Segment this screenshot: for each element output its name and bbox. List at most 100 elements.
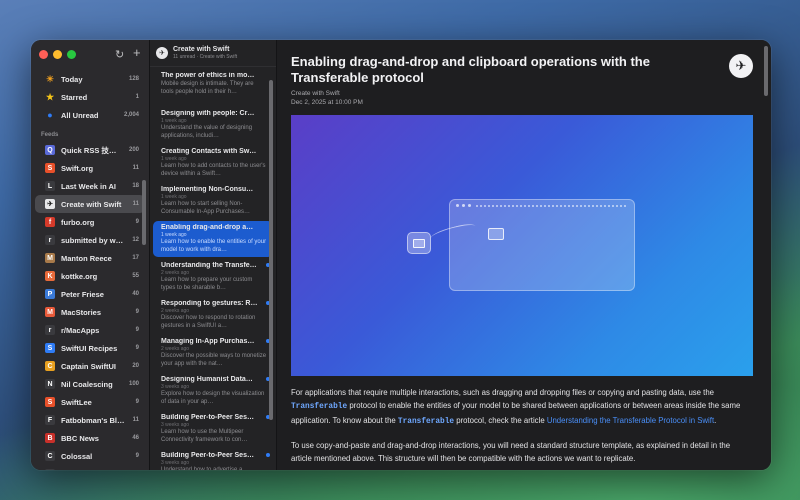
article-item-title: Implementing Non-Consu… <box>161 186 254 193</box>
unread-count: 46 <box>132 435 139 441</box>
reader-scrollbar[interactable] <box>764 46 768 96</box>
unread-count: 9 <box>135 453 139 459</box>
sidebar-item[interactable]: Kkottke.org 55 <box>35 267 145 285</box>
refresh-icon[interactable]: ↻ <box>115 48 124 61</box>
sidebar-item-label: Colossal <box>61 451 93 461</box>
article-hero-image <box>291 115 753 376</box>
article-item-title: Responding to gestures: R… <box>161 300 258 307</box>
sidebar-item[interactable]: r submitted by w… 12 <box>35 231 145 249</box>
sidebar-item[interactable]: N Nil Coalescing 100 <box>35 375 145 393</box>
sidebar-item-label: Captain SwiftUI <box>61 361 117 371</box>
unread-count: 11 <box>132 417 139 423</box>
sidebar-item[interactable]: C Colossal 9 <box>35 447 145 465</box>
sidebar-item-label: furbo.org <box>61 217 95 227</box>
sidebar-item-label: SwiftLee <box>61 397 92 407</box>
article-link[interactable]: Understanding the Transferable Protocol … <box>547 416 714 425</box>
article-item-title: Building Peer-to-Peer Ses… <box>161 452 254 459</box>
article-item-excerpt: Understand the value of designing applic… <box>161 125 253 139</box>
sidebar-item[interactable]: ● All Unread 2,004 <box>35 106 145 124</box>
article-item[interactable]: The power of ethics in mo… Mobile design … <box>153 69 273 105</box>
sidebar-item[interactable]: M MacStories 9 <box>35 303 145 321</box>
sidebar-item[interactable]: f furbo.org 9 <box>35 213 145 231</box>
unread-count: 128 <box>128 76 139 82</box>
unread-count: 12 <box>132 237 139 243</box>
circle-icon: ● <box>47 110 53 120</box>
unread-count: 20 <box>132 363 139 369</box>
article-item-title: The power of ethics in mo… <box>161 72 255 79</box>
file-icon <box>407 232 431 254</box>
article-item[interactable]: Managing In-App Purchas… 2 weeks ago Disco… <box>153 335 273 371</box>
sidebar-scrollbar[interactable] <box>142 180 146 245</box>
feed-icon: K <box>45 271 55 281</box>
sidebar-item[interactable]: r r/MacApps 9 <box>35 321 145 339</box>
list-scrollbar[interactable] <box>269 80 273 420</box>
article-item-excerpt: Learn how to use the Multipeer Connectiv… <box>161 429 248 443</box>
code-transferable: Transferable <box>397 418 455 426</box>
unread-count: 55 <box>132 273 139 279</box>
article-item-excerpt: Learn how to start selling Non-Consumabl… <box>161 201 251 215</box>
feed-icon: M <box>45 307 55 317</box>
sidebar-item-label: Starred <box>61 92 88 102</box>
article-item-excerpt: Understand how to advertise a… <box>161 467 249 470</box>
unread-count: 40 <box>132 291 139 297</box>
article-item[interactable]: Designing Humanist Data… 3 weeks ago Explo… <box>153 373 273 409</box>
feed-icon: ✈ <box>45 199 55 209</box>
unread-count: 11 <box>132 165 139 171</box>
article-item-title: Enabling drag-and-drop a… <box>161 224 254 231</box>
sidebar: ↻ + ☀ Today 128 ★ Starred 1 ● All Unread 2,004 F… <box>31 40 150 470</box>
unread-count: 18 <box>132 183 139 189</box>
sidebar-item[interactable]: S SwiftLee 9 <box>35 393 145 411</box>
sidebar-item[interactable]: S SwiftUI Recipes 9 <box>35 339 145 357</box>
feed-icon: S <box>45 397 55 407</box>
article-item[interactable]: Enabling drag-and-drop a… 1 week ago Learn… <box>153 221 273 257</box>
unread-count: 100 <box>128 381 139 387</box>
sidebar-item[interactable]: ★ Starred 1 <box>35 88 145 106</box>
article-feed-name: Create with Swift <box>291 90 340 97</box>
feed-icon: F <box>45 415 55 425</box>
minimize-window-button[interactable] <box>53 49 62 59</box>
article-item[interactable]: Responding to gestures: R… 2 weeks ago Dis… <box>153 297 273 333</box>
sidebar-item[interactable]: B BBC News 46 <box>35 429 145 447</box>
sidebar-item[interactable]: F Fatbobman's Bl… 11 <box>35 411 145 429</box>
unread-count: 9 <box>135 345 139 351</box>
sidebar-item-label: Fatbobman's Bl… <box>61 415 125 425</box>
article-item-excerpt: Mobile design is intimate. They are tool… <box>161 81 254 95</box>
close-window-button[interactable] <box>39 49 48 59</box>
sidebar-item-label: submitted by w… <box>61 235 124 245</box>
article-paragraph-1: For applications that require multiple i… <box>291 388 741 426</box>
article-item[interactable]: Creating Contacts with Sw… 1 week ago Lear… <box>153 145 273 181</box>
smart-feeds: ☀ Today 128 ★ Starred 1 ● All Unread 2,004 <box>31 70 149 124</box>
article-item-title: Designing with people: Cr… <box>161 110 255 117</box>
sidebar-item[interactable]: C Captain SwiftUI 20 <box>35 357 145 375</box>
feed-icon: M <box>45 253 55 263</box>
sidebar-item[interactable]: ☀ Today 128 <box>35 70 145 88</box>
sidebar-item[interactable]: S Swift.org 11 <box>35 159 145 177</box>
sidebar-item[interactable]: ✈ Create with Swift 11 <box>35 195 145 213</box>
article-item[interactable]: Understanding the Transfe… 2 weeks ago Lea… <box>153 259 273 295</box>
sidebar-item[interactable]: Q Quick RSS 技… 200 <box>35 141 145 159</box>
article-item-excerpt: Learn how to add contacts to the user's … <box>161 163 266 177</box>
article-item[interactable]: Implementing Non-Consu… 1 week ago Learn h… <box>153 183 273 219</box>
list-header-subtitle: 11 unread · Create with Swift <box>173 54 238 60</box>
article-item[interactable]: Building Peer-to-Peer Ses… 3 weeks ago Und… <box>153 449 273 470</box>
sidebar-item[interactable]: L Last Week in AI 18 <box>35 177 145 195</box>
feed-icon: P <box>45 289 55 299</box>
titlebar: ↻ + <box>31 40 149 68</box>
article-item-excerpt: Discover how to respond to rotation gest… <box>161 315 256 329</box>
article-item[interactable]: Building Peer-to-Peer Ses… 3 weeks ago Lea… <box>153 411 273 447</box>
sidebar-item[interactable]: P Peter Friese 40 <box>35 285 145 303</box>
sidebar-item-label: SwiftUI Recipes <box>61 343 118 353</box>
sidebar-item[interactable]: ZZEB11 <box>35 465 145 470</box>
reader-pane: Enabling drag-and-drop and clipboard ope… <box>277 40 771 470</box>
sidebar-item[interactable]: M Manton Reece 17 <box>35 249 145 267</box>
feed-icon: r <box>45 235 55 245</box>
article-date: Dec 2, 2025 at 10:00 PM <box>291 99 363 106</box>
feeds-section-header: Feeds <box>41 132 59 138</box>
article-item-excerpt: Learn how to prepare your custom types t… <box>161 277 253 291</box>
zoom-window-button[interactable] <box>67 49 76 59</box>
window-illustration <box>449 199 635 291</box>
list-header: ✈ Create with Swift 11 unread · Create w… <box>150 40 276 67</box>
add-icon[interactable]: + <box>133 45 141 60</box>
sidebar-item-label: Peter Friese <box>61 289 104 299</box>
article-item[interactable]: Designing with people: Cr… 1 week ago Unde… <box>153 107 273 143</box>
